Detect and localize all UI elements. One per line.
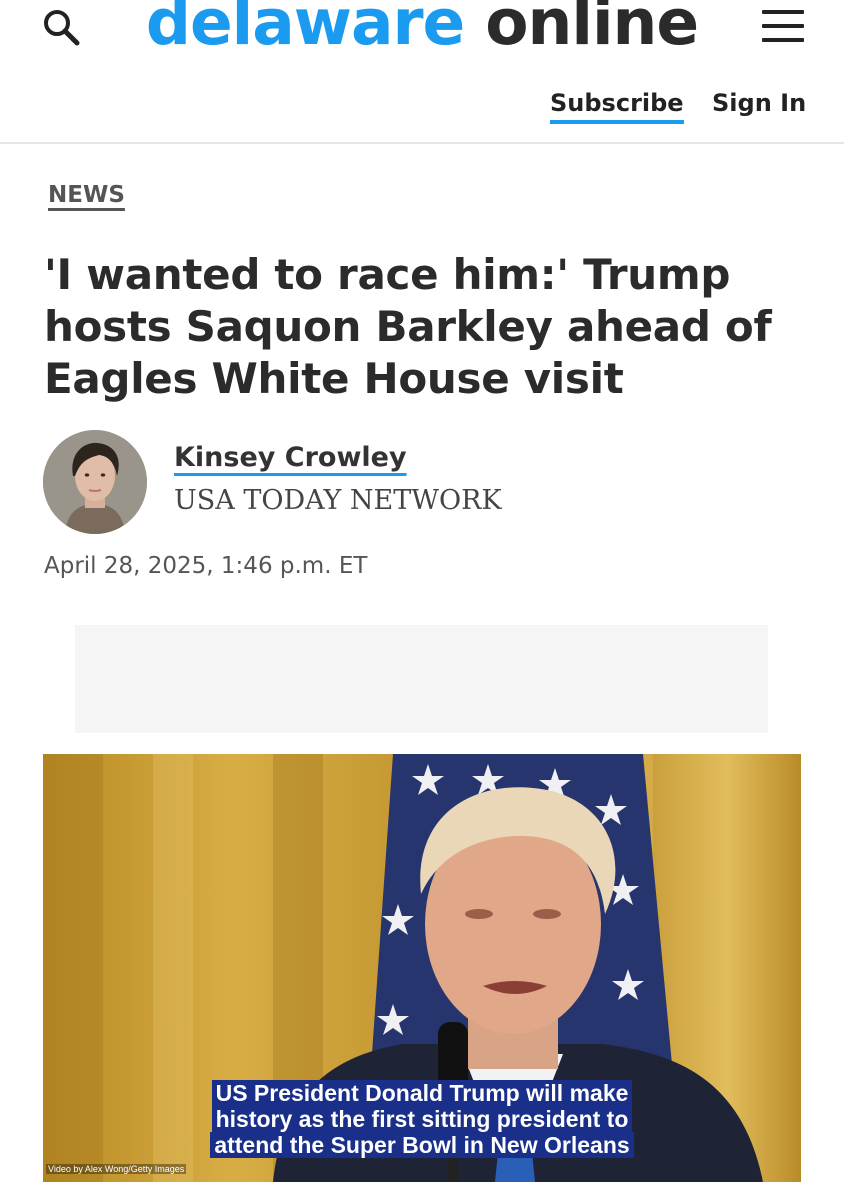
sign-in-link[interactable]: Sign In	[712, 88, 806, 118]
site-header: delaware online Subscribe Sign In	[0, 0, 844, 144]
logo-text-primary: delaware	[145, 0, 465, 59]
article-headline: 'I wanted to race him:' Trump hosts Saqu…	[44, 250, 772, 403]
section-label[interactable]: NEWS	[48, 182, 125, 208]
site-logo[interactable]: delaware online	[0, 0, 844, 59]
ad-placeholder	[75, 625, 768, 733]
article-date: April 28, 2025, 1:46 p.m. ET	[44, 553, 368, 579]
caption-line: attend the Super Bowl in New Orleans	[210, 1132, 634, 1158]
video-caption: US President Donald Trump will make hist…	[43, 1080, 801, 1158]
video-credit: Video by Alex Wong/Getty Images	[46, 1164, 187, 1174]
caption-line: US President Donald Trump will make	[211, 1080, 633, 1106]
author-name-link[interactable]: Kinsey Crowley	[174, 442, 407, 473]
caption-line: history as the first sitting president t…	[211, 1106, 633, 1132]
author-avatar[interactable]	[43, 430, 147, 534]
author-organization: USA TODAY NETWORK	[174, 485, 502, 516]
logo-text-secondary: online	[485, 0, 699, 59]
video-player[interactable]: US President Donald Trump will make hist…	[43, 754, 801, 1182]
subscribe-link[interactable]: Subscribe	[550, 88, 684, 124]
hamburger-menu-icon[interactable]	[762, 10, 804, 44]
